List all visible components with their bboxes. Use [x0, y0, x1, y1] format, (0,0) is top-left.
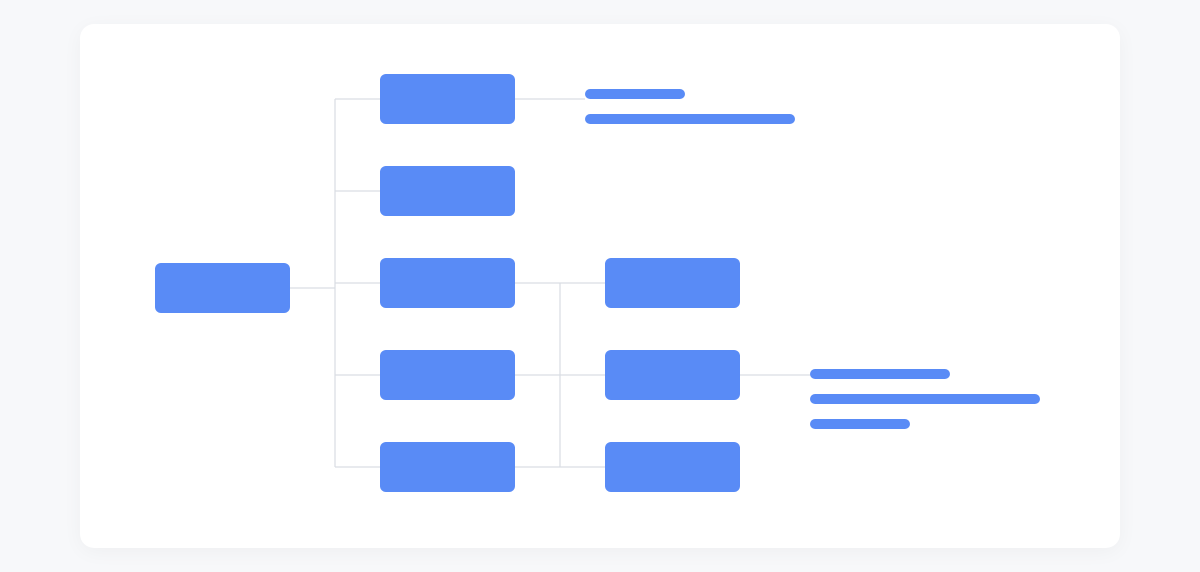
text-placeholder [810, 419, 910, 429]
branch-node-2[interactable] [380, 166, 515, 216]
branch-node-4[interactable] [380, 350, 515, 400]
branch-node-5[interactable] [380, 442, 515, 492]
leaf-node-1[interactable] [605, 258, 740, 308]
text-placeholder [810, 369, 950, 379]
text-placeholder [810, 394, 1040, 404]
text-placeholder [585, 114, 795, 124]
leaf-node-2[interactable] [605, 350, 740, 400]
text-placeholder [585, 89, 685, 99]
root-node[interactable] [155, 263, 290, 313]
tree-diagram [80, 24, 1120, 548]
branch-node-1[interactable] [380, 74, 515, 124]
leaf-node-3[interactable] [605, 442, 740, 492]
branch-node-3[interactable] [380, 258, 515, 308]
diagram-card [80, 24, 1120, 548]
